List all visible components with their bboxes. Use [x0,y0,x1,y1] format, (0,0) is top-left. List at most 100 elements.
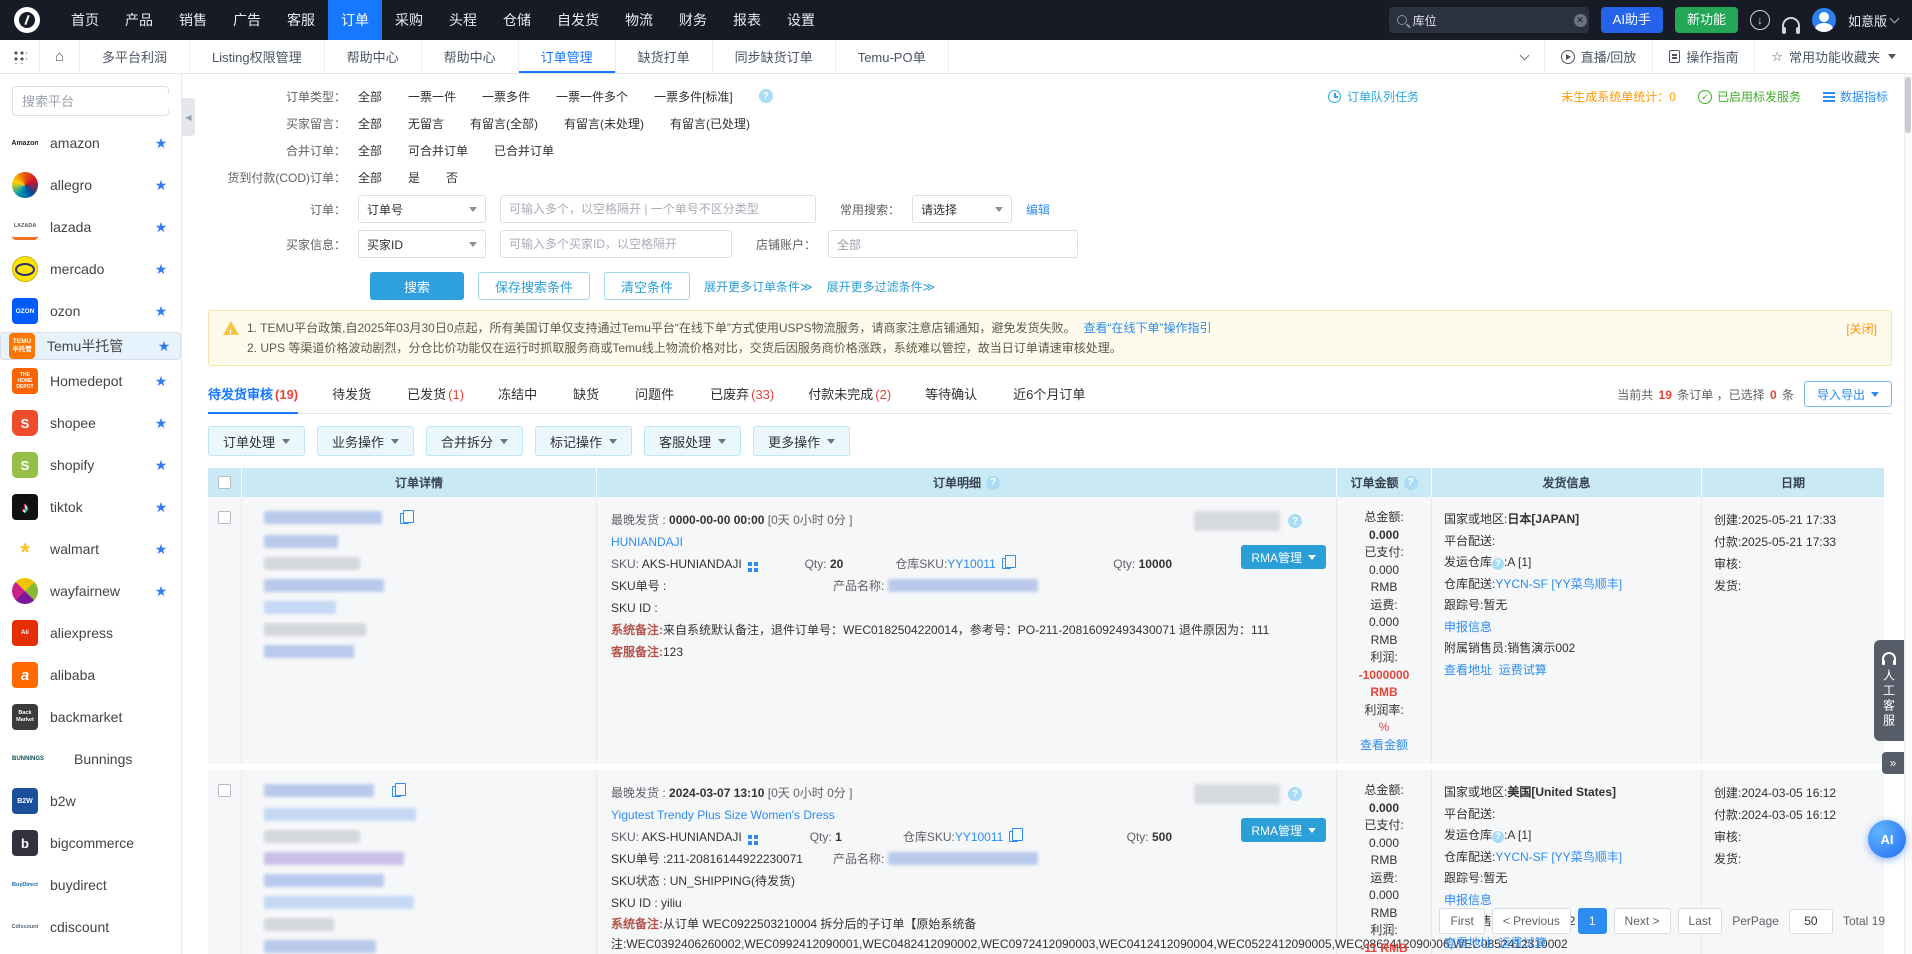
copy-icon[interactable] [392,786,401,797]
tab-order-management[interactable]: 订单管理 [519,40,616,73]
filter-option[interactable]: 全部 [358,142,382,159]
menu-finance[interactable]: 财务 [666,0,720,40]
sidebar-item-b2w[interactable]: b2w [0,780,181,822]
sidebar-item-cdiscount[interactable]: cdiscount [0,906,181,948]
expand-panel-button[interactable]: » [1882,752,1904,774]
menu-settings[interactable]: 设置 [774,0,828,40]
row-checkbox[interactable] [218,511,231,524]
last-page-button[interactable]: Last [1678,908,1723,934]
help-icon[interactable] [1404,476,1418,490]
star-icon[interactable] [153,261,169,278]
menu-warehouse[interactable]: 仓储 [490,0,544,40]
tab-discarded[interactable]: 已废弃(33) [710,384,774,413]
data-metrics-link[interactable]: 数据指标 [1823,88,1888,105]
declare-info-link[interactable]: 申报信息 [1444,893,1492,907]
mark-ops-button[interactable]: 标记操作 [535,426,632,456]
headset-icon[interactable] [1782,17,1800,29]
unmade-system-orders-stat[interactable]: 未生成系统单统计：0 [1561,88,1676,105]
sidebar-item-tiktok[interactable]: tiktok [0,486,181,528]
business-ops-button[interactable]: 业务操作 [317,426,414,456]
menu-selfship[interactable]: 自发货 [544,0,612,40]
tab-frozen[interactable]: 冻结中 [498,384,539,413]
tab-payment-incomplete[interactable]: 付款未完成(2) [808,384,891,413]
view-address-link[interactable]: 查看地址 [1444,663,1492,677]
store-account-input[interactable] [828,230,1078,258]
version-menu[interactable]: 如意版 [1848,11,1898,30]
tab-help-center-1[interactable]: 帮助中心 [325,40,422,73]
filter-option[interactable]: 有留言(已处理) [670,115,750,132]
scrollbar-thumb[interactable] [1905,77,1911,133]
ai-fab-button[interactable]: AI [1868,820,1906,858]
sidebar-item-aliexpress[interactable]: aliexpress [0,612,181,654]
search-button[interactable]: 搜索 [370,272,464,300]
page-scrollbar[interactable] [1904,74,1912,954]
sidebar-item-ozon[interactable]: ozon [0,290,181,332]
sidebar-item-walmart[interactable]: walmart [0,528,181,570]
operation-guide-link[interactable]: 操作指南 [1652,40,1754,73]
sidebar-collapse-arrow[interactable]: ◀ [182,98,195,136]
human-service-tab[interactable]: 人工客服 [1874,640,1904,741]
live-replay-link[interactable]: 直播/回放 [1544,40,1653,73]
star-icon[interactable] [153,541,169,558]
help-icon[interactable] [759,89,773,103]
star-icon[interactable] [153,177,169,194]
help-icon[interactable] [986,476,1000,490]
freight-estimate-link[interactable]: 运费试算 [1499,663,1547,677]
grid-blue-icon[interactable] [748,562,752,566]
online-order-guide-link[interactable]: 查看“在线下单”操作指引 [1084,318,1212,338]
global-search[interactable]: ✕ [1389,7,1589,33]
close-notice-link[interactable]: [关闭] [1846,319,1877,339]
star-icon[interactable] [153,373,169,390]
filter-option[interactable]: 有留言(全部) [470,115,538,132]
order-number-type-select[interactable]: 订单号 [358,195,486,223]
help-icon[interactable] [1492,558,1504,570]
expand-order-conditions-link[interactable]: 展开更多订单条件≫ [704,278,813,295]
tab-listing-permission[interactable]: Listing权限管理 [190,40,325,73]
dispatch-link[interactable]: YYCN-SF [YY菜鸟顺丰] [1495,850,1622,864]
tab-multi-platform-profit[interactable]: 多平台利润 [80,40,190,73]
freight-estimate-link[interactable]: 运费试算 [1499,936,1547,950]
order-queue-task-link[interactable]: 订单队列任务 [1328,88,1419,105]
filter-option[interactable]: 一票一件 [408,88,456,105]
apps-grid-icon[interactable] [0,40,40,73]
save-search-button[interactable]: 保存搜索条件 [478,272,590,300]
buyer-info-type-select[interactable]: 买家ID [358,230,486,258]
tab-shipped[interactable]: 已发货(1) [407,384,464,413]
sidebar-item-lazada[interactable]: lazada [0,206,181,248]
flag-service-status[interactable]: ✓已启用标发服务 [1698,88,1801,105]
import-export-button[interactable]: 导入导出 [1804,381,1892,407]
help-icon[interactable] [1288,787,1302,801]
filter-option[interactable]: 是 [408,169,420,186]
warehouse-sku-link[interactable]: YY10011 [947,557,996,571]
grid-blue-icon[interactable] [748,835,752,839]
tab-to-ship[interactable]: 待发货 [332,384,373,413]
prev-page-button[interactable]: < Previous [1492,908,1571,934]
clear-conditions-button[interactable]: 清空条件 [604,272,690,300]
warehouse-sku-link[interactable]: YY10011 [955,830,1004,844]
page-1-button[interactable]: 1 [1578,908,1607,934]
sidebar-item-mercado[interactable]: mercado [0,248,181,290]
declare-info-link[interactable]: 申报信息 [1444,620,1492,634]
copy-icon[interactable] [400,513,409,524]
tab-oos-printing[interactable]: 缺货打单 [616,40,713,73]
global-search-input[interactable] [1413,13,1568,27]
star-icon[interactable] [153,499,169,516]
star-icon[interactable] [153,219,169,236]
sidebar-item-wayfairnew[interactable]: wayfairnew [0,570,181,612]
menu-ads[interactable]: 广告 [220,0,274,40]
tab-last-6-months[interactable]: 近6个月订单 [1013,384,1087,413]
rma-manage-button[interactable]: RMA管理 [1241,818,1326,842]
view-address-link[interactable]: 查看地址 [1444,936,1492,950]
star-icon[interactable] [153,415,169,432]
star-icon[interactable] [153,135,169,152]
copy-icon[interactable] [1009,831,1018,842]
filter-option[interactable]: 一票一件多个 [556,88,628,105]
next-page-button[interactable]: Next > [1614,908,1671,934]
sidebar-item-bunnings[interactable]: Bunnings [0,738,181,780]
select-all-checkbox[interactable] [218,476,231,489]
perpage-input[interactable] [1789,909,1833,934]
tab-problem[interactable]: 问题件 [635,384,676,413]
platform-search[interactable] [12,86,169,116]
menu-logistics[interactable]: 物流 [612,0,666,40]
sidebar-item-buydirect[interactable]: buydirect [0,864,181,906]
